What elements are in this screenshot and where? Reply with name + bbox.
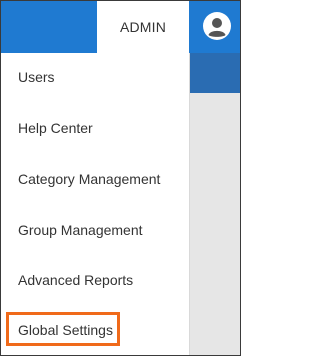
- admin-dropdown-menu: [1, 53, 190, 355]
- admin-menu-tab[interactable]: ADMIN: [97, 1, 189, 53]
- menu-item-advanced-reports[interactable]: Advanced Reports: [18, 268, 133, 292]
- admin-label: ADMIN: [119, 19, 167, 35]
- sub-bar: [189, 53, 240, 93]
- menu-item-help-center[interactable]: Help Center: [18, 116, 93, 140]
- menu-item-users[interactable]: Users: [18, 65, 55, 89]
- menu-item-global-settings[interactable]: Global Settings: [18, 318, 113, 342]
- top-bar-left: [1, 1, 97, 53]
- menu-item-category-management[interactable]: Category Management: [18, 167, 160, 191]
- user-avatar-icon[interactable]: [203, 12, 231, 40]
- app-window: ADMIN Users Help Center Category Managem…: [0, 0, 241, 356]
- menu-item-group-management[interactable]: Group Management: [18, 218, 143, 242]
